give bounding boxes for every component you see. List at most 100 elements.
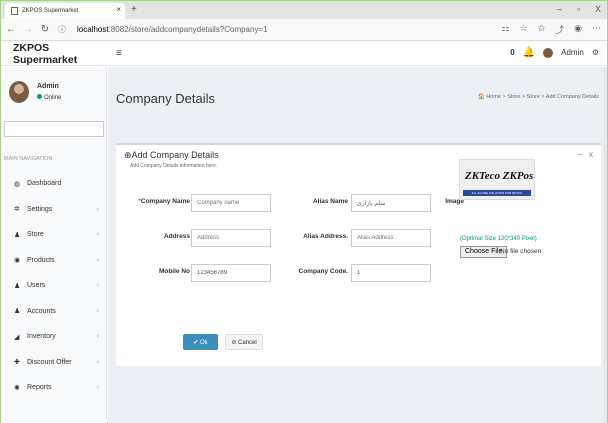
chevron-left-icon: ‹ (96, 384, 99, 392)
breadcrumb[interactable]: 🏠 Home > Store > Store > Add Company Det… (478, 94, 599, 100)
accounts-icon: ♟ (14, 308, 21, 316)
box-title: ⊕Add Company Details (124, 150, 219, 161)
new-tab-button[interactable]: + (131, 4, 137, 15)
company-logo-preview: ZKTeco ZKPos ALL IN ONE SOLUTION FOR RET… (459, 159, 535, 200)
app-brand[interactable]: ZKPOS Supermarket (1, 42, 107, 66)
box-tools: – x (578, 150, 593, 159)
sidebar-item-label: Dashboard (27, 180, 62, 188)
sidebar-item-accounts[interactable]: ♟ Accounts ‹ (1, 299, 107, 325)
chevron-left-icon: ‹ (96, 256, 99, 264)
address-field[interactable] (191, 229, 271, 247)
sidebar-item-label: Accounts (27, 307, 56, 315)
back-icon[interactable]: ← (4, 24, 18, 35)
share-icon[interactable]: ⤴ (555, 23, 564, 36)
plus-circle-icon: ⊕ (124, 150, 132, 160)
url-host: localhost (77, 25, 109, 34)
reports-icon: ✺ (14, 384, 20, 392)
sidebar-item-inventory[interactable]: ◢ Inventory ‹ (1, 324, 107, 350)
sidebar-item-settings[interactable]: ✲ Settings ‹ (1, 197, 107, 223)
optimal-size-hint: (Optimal Size 120*340 Pixel) (460, 236, 537, 242)
tab-close-icon[interactable]: × (116, 5, 121, 14)
products-icon: ◉ (14, 257, 21, 265)
plus-icon: ✚ (14, 359, 20, 367)
no-file-chosen-text: No file chosen (500, 248, 542, 255)
minimize-button[interactable]: – (557, 4, 562, 14)
chevron-left-icon: ‹ (96, 282, 99, 290)
favorites-hub-icon[interactable]: ✩ (538, 23, 546, 36)
sidebar-item-discount-offer[interactable]: ✚ Discount Offer ‹ (1, 350, 107, 376)
maximize-button[interactable]: ▫ (577, 4, 580, 14)
content-area: Company Details 🏠 Home > Store > Store >… (108, 67, 607, 423)
refresh-icon[interactable]: ↻ (38, 24, 52, 35)
logo-tagline: ALL IN ONE SOLUTION FOR RETAIL (463, 190, 531, 196)
online-dot-icon (37, 94, 42, 99)
sidebar-item-label: Reports (27, 384, 52, 392)
alias-address-field[interactable] (351, 229, 431, 247)
admin-menu-label[interactable]: Admin (561, 48, 584, 57)
app-header: ZKPOS Supermarket ≡ 0 🔔 Admin ⚙ (1, 42, 607, 66)
sidebar-item-dashboard[interactable]: ◍ Dashboard (1, 171, 107, 197)
chevron-left-icon: ‹ (96, 205, 99, 213)
sidebar-nav: ◍ Dashboard ✲ Settings ‹ ♟ Store ‹ ◉ Pro… (1, 171, 107, 401)
user-status-text: Online (44, 95, 62, 101)
reading-view-icon[interactable]: ⚏ (501, 23, 509, 36)
cancel-button[interactable]: ⊘ Cancel (225, 334, 263, 350)
sidebar-item-users[interactable]: ♟ Users ‹ (1, 273, 107, 299)
sidebar-item-reports[interactable]: ✺ Reports ‹ (1, 375, 107, 401)
sidebar-item-label: Inventory (27, 333, 56, 341)
sidebar-search-input[interactable] (4, 121, 104, 137)
address-label: Address (163, 233, 190, 240)
alias-name-field[interactable] (351, 194, 431, 212)
bell-icon[interactable]: 🔔 (523, 47, 535, 58)
chevron-left-icon: ‹ (96, 333, 99, 341)
avatar[interactable] (543, 47, 554, 58)
collapse-button[interactable]: – (578, 150, 582, 159)
sidebar-item-store[interactable]: ♟ Store ‹ (1, 222, 107, 248)
more-menu-icon[interactable]: ⋯ (592, 23, 601, 36)
inventory-icon: ◢ (14, 333, 20, 341)
user-panel: Admin Online (9, 81, 105, 111)
company-name-field[interactable] (191, 194, 271, 212)
company-name-label: *Company Name (132, 198, 190, 205)
sidebar-item-products[interactable]: ◉ Products ‹ (1, 248, 107, 274)
sidebar-item-label: Store (27, 231, 44, 239)
chevron-left-icon: ‹ (96, 358, 99, 366)
info-icon[interactable]: ⓘ (55, 24, 69, 35)
forward-icon[interactable]: → (21, 24, 35, 35)
sidebar: Admin Online MAIN NAVIGATION ◍ Dashboard… (1, 67, 107, 423)
chevron-left-icon: ‹ (96, 307, 99, 315)
close-icon[interactable]: x (589, 150, 593, 159)
url-field[interactable]: localhost:8082/store/addcompanydetails?C… (77, 25, 268, 34)
notification-count[interactable]: 0 (510, 48, 514, 57)
gear-icon: ✲ (14, 206, 20, 214)
browser-tab[interactable]: ZKPOS Supermarket × (5, 3, 125, 19)
ok-button[interactable]: ✔ Ok (183, 334, 218, 350)
logo-wordmark: ZKTeco ZKPos (465, 170, 534, 182)
mobile-no-field[interactable] (191, 264, 271, 282)
window-close-button[interactable]: X (595, 4, 601, 14)
tab-bar: ZKPOS Supermarket × + – ▫ X (1, 1, 607, 19)
address-bar: ← → ↻ ⓘ localhost:8082/store/addcompanyd… (1, 19, 607, 41)
users-icon: ♟ (14, 282, 21, 290)
page-icon (11, 7, 18, 15)
profile-icon[interactable]: ◉ (574, 23, 582, 36)
sidebar-item-label: Discount Offer (27, 358, 72, 366)
favorite-star-icon[interactable]: ☆ (520, 23, 528, 36)
sidebar-item-label: Settings (27, 205, 53, 213)
browser-window: ZKPOS Supermarket × + – ▫ X ← → ↻ ⓘ loca… (0, 0, 608, 423)
tab-title: ZKPOS Supermarket (22, 8, 79, 14)
alias-name-label: Alias Name (312, 198, 348, 205)
menu-toggle-icon[interactable]: ≡ (116, 48, 122, 59)
user-status: Online (37, 94, 61, 101)
chevron-left-icon: ‹ (96, 231, 99, 239)
store-icon: ♟ (14, 231, 21, 239)
scrollbar[interactable] (603, 67, 607, 423)
company-name-label-text: Company Name (140, 198, 190, 205)
url-path: :8082/store/addcompanydetails?Company=1 (108, 25, 268, 34)
user-avatar (9, 81, 29, 103)
user-name: Admin (37, 83, 59, 90)
sidebar-item-label: Products (27, 256, 55, 264)
settings-gear-icon[interactable]: ⚙ (592, 48, 599, 57)
company-code-field[interactable] (351, 264, 431, 282)
alias-address-label: Alias Address. (303, 233, 348, 240)
